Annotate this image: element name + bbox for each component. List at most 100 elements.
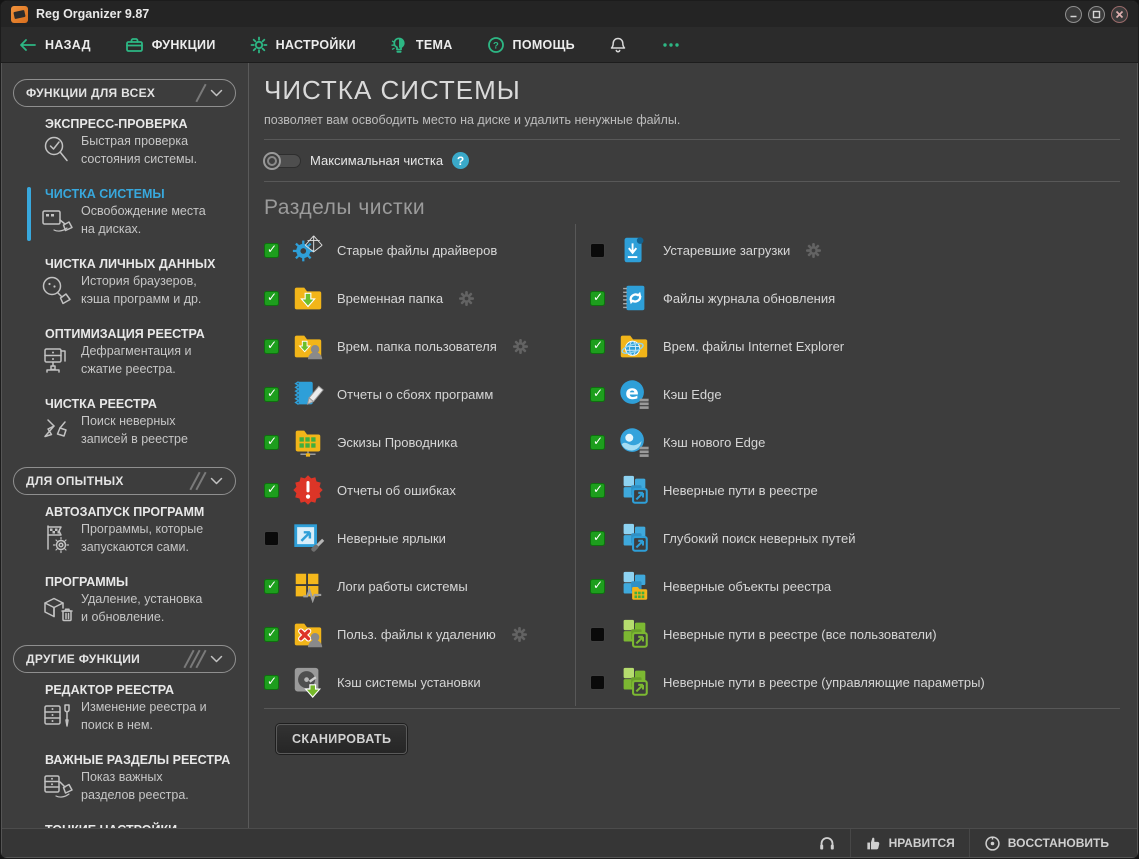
restore-label: ВОССТАНОВИТЬ xyxy=(1008,836,1109,850)
checkbox[interactable] xyxy=(590,339,605,354)
theme-button[interactable]: ТЕМА xyxy=(390,36,453,54)
ie-temp-files-icon xyxy=(616,328,652,364)
sidebar-item-title: ЭКСПРЕСС-ПРОВЕРКА xyxy=(45,117,242,131)
sidebar-item-autorun-programs[interactable]: АВТОЗАПУСК ПРОГРАММ Программы, которыеза… xyxy=(1,505,248,557)
max-cleanup-help-icon[interactable]: ? xyxy=(452,152,469,169)
cleanup-item-invalid-registry-paths[interactable]: Неверные пути в реестре xyxy=(590,466,1120,514)
cleanup-item-invalid-paths-all-users[interactable]: Неверные пути в реестре (все пользовател… xyxy=(590,610,1120,658)
cleanup-item-label: Неверные пути в реестре xyxy=(663,483,818,498)
section-slashes xyxy=(194,471,202,491)
checkbox[interactable] xyxy=(590,627,605,642)
checkbox[interactable] xyxy=(264,675,279,690)
cleanup-item-crash-reports[interactable]: Отчеты о сбоях программ xyxy=(264,370,567,418)
sidebar-item-registry-optimization[interactable]: ОПТИМИЗАЦИЯ РЕЕСТРА Дефрагментация исжат… xyxy=(1,327,248,379)
checkbox[interactable] xyxy=(264,291,279,306)
cleanup-item-outdated-downloads[interactable]: Устаревшие загрузки xyxy=(590,226,1120,274)
like-label: НРАВИТСЯ xyxy=(889,836,955,850)
checkbox[interactable] xyxy=(590,291,605,306)
checkbox[interactable] xyxy=(264,339,279,354)
page-title: ЧИСТКА СИСТЕМЫ xyxy=(264,75,1120,106)
cleanup-item-new-edge-cache[interactable]: Кэш нового Edge xyxy=(590,418,1120,466)
lightbulb-icon xyxy=(390,36,408,54)
checkbox[interactable] xyxy=(590,435,605,450)
section-header-label: ФУНКЦИИ ДЛЯ ВСЕХ xyxy=(26,86,155,100)
sidebar-item-registry-editor[interactable]: РЕДАКТОР РЕЕСТРА Изменение реестра ипоис… xyxy=(1,683,248,735)
cleanup-item-label: Кэш Edge xyxy=(663,387,722,402)
sidebar-section-other-functions[interactable]: ДРУГИЕ ФУНКЦИИ xyxy=(13,645,236,673)
sidebar-item-title: ЧИСТКА СИСТЕМЫ xyxy=(45,187,242,201)
cleanup-item-deep-path-search[interactable]: Глубокий поиск неверных путей xyxy=(590,514,1120,562)
settings-button[interactable]: НАСТРОЙКИ xyxy=(250,36,356,54)
cleanup-item-invalid-shortcuts[interactable]: Неверные ярлыки xyxy=(264,514,567,562)
cleanup-item-explorer-thumbnails[interactable]: Эскизы Проводника xyxy=(264,418,567,466)
update-log-files-icon xyxy=(616,280,652,316)
checkbox[interactable] xyxy=(590,531,605,546)
max-cleanup-row: Максимальная чистка ? xyxy=(264,152,1120,169)
cleanup-item-user-files-to-delete[interactable]: Польз. файлы к удалению xyxy=(264,610,567,658)
restore-button[interactable]: ВОССТАНОВИТЬ xyxy=(969,829,1123,857)
checkbox[interactable] xyxy=(590,243,605,258)
notifications-button[interactable] xyxy=(609,36,627,54)
checkbox[interactable] xyxy=(590,675,605,690)
sidebar-item-programs[interactable]: ПРОГРАММЫ Удаление, установкаи обновлени… xyxy=(1,575,248,627)
checkbox[interactable] xyxy=(590,579,605,594)
sidebar-item-title: ЧИСТКА ЛИЧНЫХ ДАННЫХ xyxy=(45,257,242,271)
cleanup-item-temp-folder[interactable]: Временная папка xyxy=(264,274,567,322)
functions-button[interactable]: ФУНКЦИИ xyxy=(125,36,216,54)
help-button[interactable]: ? ПОМОЩЬ xyxy=(487,36,575,54)
checkbox[interactable] xyxy=(590,387,605,402)
sidebar-item-private-data-cleanup[interactable]: ЧИСТКА ЛИЧНЫХ ДАННЫХ История браузеров,к… xyxy=(1,257,248,309)
cleanup-item-user-temp-folder[interactable]: Врем. папка пользователя xyxy=(264,322,567,370)
cleanup-item-ie-temp-files[interactable]: Врем. файлы Internet Explorer xyxy=(590,322,1120,370)
checkbox[interactable] xyxy=(264,243,279,258)
checkbox[interactable] xyxy=(264,435,279,450)
maximize-button[interactable] xyxy=(1088,6,1105,23)
minimize-button[interactable] xyxy=(1065,6,1082,23)
sidebar-section-for-experienced[interactable]: ДЛЯ ОПЫТНЫХ xyxy=(13,467,236,495)
checkbox[interactable] xyxy=(264,627,279,642)
sidebar-item-system-cleanup[interactable]: ЧИСТКА СИСТЕМЫ Освобождение местана диск… xyxy=(1,187,248,239)
item-settings-gear-icon[interactable] xyxy=(512,627,527,642)
back-label: НАЗАД xyxy=(45,38,91,52)
back-arrow-icon xyxy=(17,36,37,54)
cleanup-item-update-log-files[interactable]: Файлы журнала обновления xyxy=(590,274,1120,322)
cleanup-item-label: Врем. папка пользователя xyxy=(337,339,497,354)
cleanup-item-system-logs[interactable]: Логи работы системы xyxy=(264,562,567,610)
item-settings-gear-icon[interactable] xyxy=(459,291,474,306)
cleanup-item-edge-cache[interactable]: e Кэш Edge xyxy=(590,370,1120,418)
scan-button[interactable]: СКАНИРОВАТЬ xyxy=(276,724,407,754)
feedback-headphones-button[interactable] xyxy=(804,829,850,857)
checkbox[interactable] xyxy=(264,531,279,546)
bell-icon xyxy=(609,36,627,54)
cleanup-item-installer-cache[interactable]: Кэш системы установки xyxy=(264,658,567,706)
checkbox[interactable] xyxy=(264,387,279,402)
checkbox[interactable] xyxy=(264,579,279,594)
checkbox[interactable] xyxy=(264,483,279,498)
cleanup-item-invalid-registry-objects[interactable]: Неверные объекты реестра xyxy=(590,562,1120,610)
sidebar-section-functions-for-all[interactable]: ФУНКЦИИ ДЛЯ ВСЕХ xyxy=(13,79,236,107)
registry-paths-blue-icon xyxy=(616,472,652,508)
close-button[interactable] xyxy=(1111,6,1128,23)
cleanup-item-error-reports[interactable]: Отчеты об ошибках xyxy=(264,466,567,514)
restore-disc-icon xyxy=(984,835,1001,852)
functions-label: ФУНКЦИИ xyxy=(152,38,216,52)
section-header-label: ДЛЯ ОПЫТНЫХ xyxy=(26,474,124,488)
max-cleanup-toggle[interactable] xyxy=(264,154,301,168)
cleanup-item-invalid-paths-control-params[interactable]: Неверные пути в реестре (управляющие пар… xyxy=(590,658,1120,706)
svg-text:e: e xyxy=(625,381,638,404)
invalid-shortcuts-icon xyxy=(290,520,326,556)
more-button[interactable] xyxy=(661,36,681,54)
user-temp-folder-icon xyxy=(290,328,326,364)
sidebar-item-important-registry-keys[interactable]: ВАЖНЫЕ РАЗДЕЛЫ РЕЕСТРА Показ важныхразде… xyxy=(1,753,248,805)
checkbox[interactable] xyxy=(590,483,605,498)
item-settings-gear-icon[interactable] xyxy=(513,339,528,354)
item-settings-gear-icon[interactable] xyxy=(806,243,821,258)
cleanup-item-old-driver-files[interactable]: Старые файлы драйверов xyxy=(264,226,567,274)
cleanup-item-label: Неверные объекты реестра xyxy=(663,579,831,594)
svg-text:?: ? xyxy=(492,40,498,51)
like-button[interactable]: НРАВИТСЯ xyxy=(850,829,969,857)
sidebar-item-registry-cleanup[interactable]: ЧИСТКА РЕЕСТРА Поиск неверныхзаписей в р… xyxy=(1,397,248,449)
settings-label: НАСТРОЙКИ xyxy=(276,38,356,52)
sidebar-item-express-check[interactable]: ЭКСПРЕСС-ПРОВЕРКА Быстрая проверкасостоя… xyxy=(1,117,248,169)
back-button[interactable]: НАЗАД xyxy=(17,36,91,54)
